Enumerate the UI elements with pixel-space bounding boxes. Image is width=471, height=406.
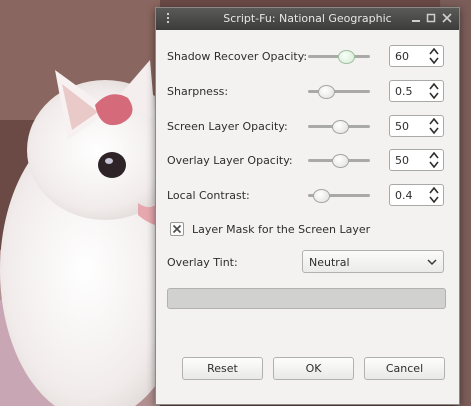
slider-handle[interactable]: [338, 50, 356, 64]
slider-handle[interactable]: [313, 189, 331, 203]
sharpness-slider[interactable]: [308, 85, 370, 99]
script-fu-dialog: Script-Fu: National Geographic Shadow Re…: [155, 7, 460, 405]
sharpness-label: Sharpness:: [167, 85, 229, 98]
minimize-icon[interactable]: [409, 11, 423, 25]
overlay-tint-select[interactable]: Neutral: [302, 250, 444, 273]
local-contrast-label: Local Contrast:: [167, 189, 250, 202]
overlay-layer-opacity-spinbox[interactable]: 50: [389, 149, 444, 171]
overlay-tint-value: Neutral: [309, 256, 350, 269]
spinbox-value: 50: [395, 154, 409, 167]
spinbox-value: 0.4: [395, 189, 413, 202]
screen-layer-opacity-spinbox[interactable]: 50: [389, 115, 444, 137]
reset-button[interactable]: Reset: [182, 357, 263, 380]
shadow-recover-opacity-slider[interactable]: [308, 50, 370, 64]
maximize-icon[interactable]: [424, 11, 438, 25]
slider-handle[interactable]: [332, 120, 349, 134]
spin-arrows-icon[interactable]: [429, 48, 439, 64]
spin-arrows-icon[interactable]: [429, 152, 439, 168]
spinbox-value: 0.5: [395, 85, 413, 98]
spinbox-value: 50: [395, 120, 409, 133]
overlay-layer-opacity-label: Overlay Layer Opacity:: [167, 154, 293, 167]
spin-arrows-icon[interactable]: [429, 83, 439, 99]
spinbox-value: 60: [395, 50, 409, 63]
local-contrast-slider[interactable]: [308, 189, 370, 203]
local-contrast-spinbox[interactable]: 0.4: [389, 184, 444, 206]
layer-mask-checkbox[interactable]: [170, 222, 184, 236]
shadow-recover-opacity-spinbox[interactable]: 60: [389, 45, 444, 67]
cancel-button[interactable]: Cancel: [364, 357, 445, 380]
checkbox-icon: [172, 224, 182, 234]
slider-handle[interactable]: [332, 154, 349, 168]
shadow-recover-opacity-label: Shadow Recover Opacity:: [167, 50, 308, 63]
spin-arrows-icon[interactable]: [429, 187, 439, 203]
overlay-tint-label: Overlay Tint:: [167, 256, 238, 269]
spin-arrows-icon[interactable]: [429, 118, 439, 134]
ok-button[interactable]: OK: [273, 357, 354, 380]
slider-handle[interactable]: [317, 85, 335, 99]
layer-mask-label[interactable]: Layer Mask for the Screen Layer: [192, 223, 370, 236]
screen-layer-opacity-label: Screen Layer Opacity:: [167, 120, 288, 133]
title-bar[interactable]: Script-Fu: National Geographic: [156, 8, 459, 30]
chevron-down-icon: [427, 259, 437, 266]
progress-bar: [167, 288, 446, 309]
screen-layer-opacity-slider[interactable]: [308, 120, 370, 134]
close-icon[interactable]: [440, 11, 454, 25]
overlay-layer-opacity-slider[interactable]: [308, 154, 370, 168]
sharpness-spinbox[interactable]: 0.5: [389, 80, 444, 102]
